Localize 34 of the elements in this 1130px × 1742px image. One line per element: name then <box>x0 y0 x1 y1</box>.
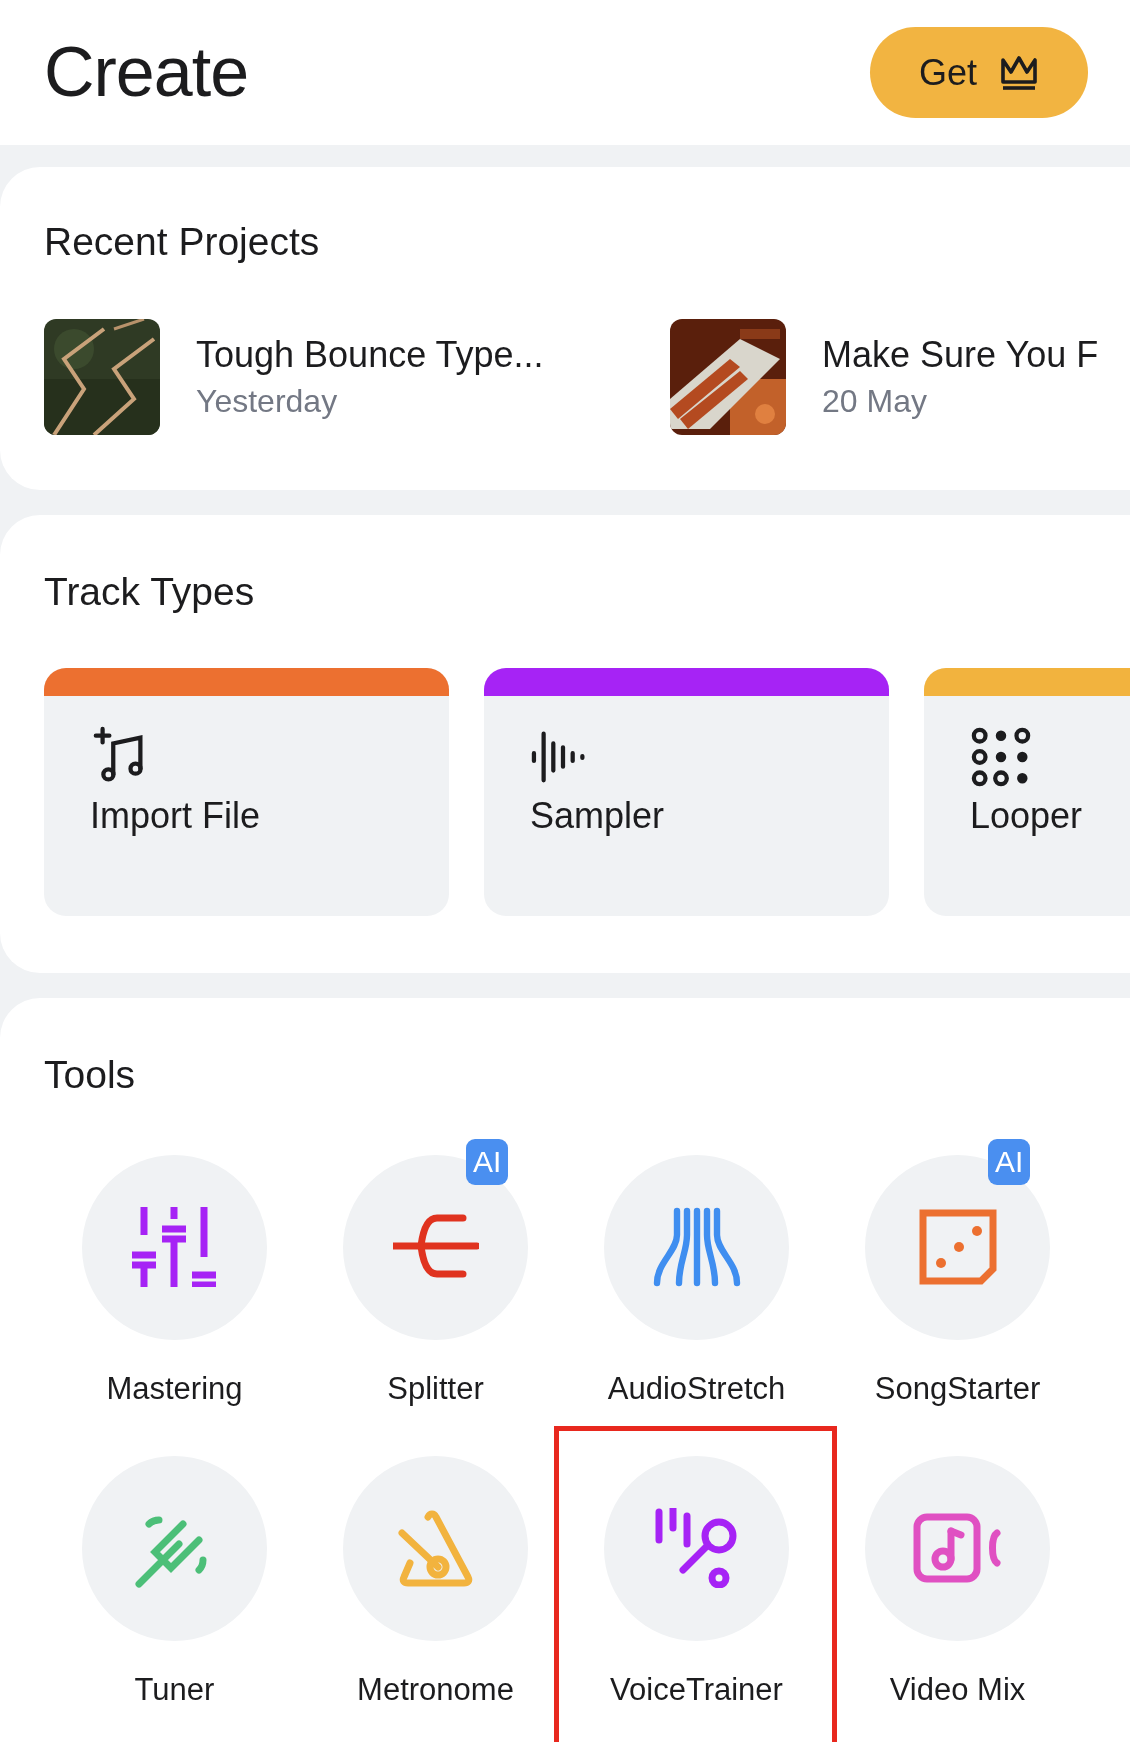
ai-badge: AI <box>988 1138 1031 1185</box>
crown-icon <box>999 53 1039 92</box>
project-date: Yesterday <box>196 382 339 421</box>
music-video-icon <box>912 1513 1003 1584</box>
track-type-card[interactable]: Import File <box>44 667 449 916</box>
section-title: Recent Projects <box>44 219 321 265</box>
project-title: Make Sure You F <box>822 333 1099 377</box>
dot-grid-icon <box>970 725 1032 788</box>
get-button[interactable]: Get <box>870 27 1088 118</box>
dice-icon <box>918 1209 997 1286</box>
project-title: Tough Bounce Type... <box>196 333 544 377</box>
track-type-card[interactable]: Looper <box>924 667 1130 916</box>
track-type-label: Import File <box>90 793 261 837</box>
project-item[interactable]: Make Sure You F 20 May <box>670 318 1099 435</box>
section-title: Tools <box>44 1052 137 1098</box>
fork-icon <box>392 1214 479 1281</box>
tool-label: Splitter <box>387 1369 484 1407</box>
section-title: Track Types <box>44 569 256 615</box>
ai-badge: AI <box>466 1138 509 1185</box>
project-date: 20 May <box>822 382 928 421</box>
tool-label: Tuner <box>134 1670 215 1708</box>
tool-label: Metronome <box>357 1670 514 1708</box>
tool-label: Video Mix <box>889 1670 1026 1708</box>
tool-label: Mastering <box>106 1369 243 1407</box>
project-item[interactable]: Tough Bounce Type... Yesterday <box>44 318 670 435</box>
microphone-bars-icon <box>654 1508 739 1589</box>
track-type-label: Sampler <box>530 793 665 837</box>
tool-label: AudioStretch <box>607 1369 786 1407</box>
track-type-label: Looper <box>970 793 1083 837</box>
sliders-icon <box>131 1207 218 1288</box>
track-type-card[interactable]: Sampler <box>484 667 889 916</box>
tool-label: VoiceTrainer <box>610 1670 783 1708</box>
page-title: Create <box>44 32 249 113</box>
tool-label: SongStarter <box>874 1369 1041 1407</box>
